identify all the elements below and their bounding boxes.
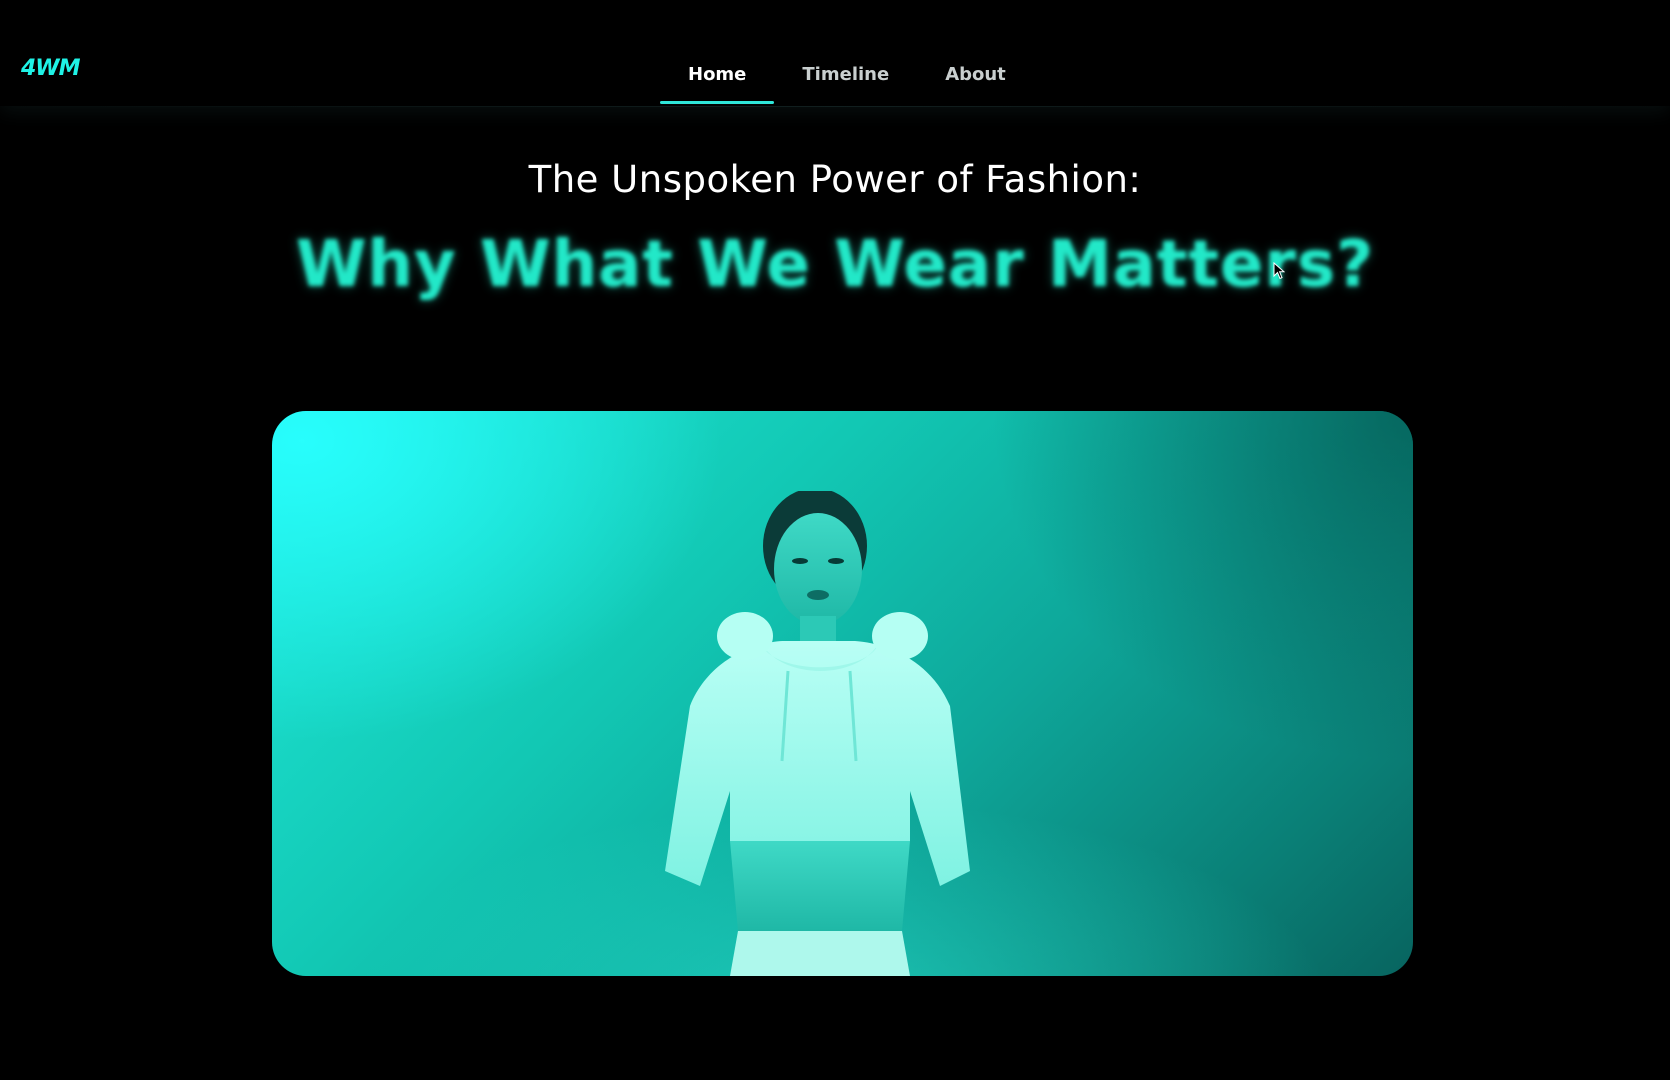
hero-subtitle: The Unspoken Power of Fashion: [528, 158, 1142, 201]
nav-item-timeline[interactable]: Timeline [774, 50, 917, 104]
logo[interactable]: 4WM [21, 56, 80, 82]
main-nav: Home Timeline About [660, 50, 1034, 104]
page: 4WM Home Timeline About The Unspoken Pow… [0, 0, 1670, 1080]
active-tab-underline [660, 101, 775, 104]
nav-item-label: Home [688, 64, 747, 85]
nav-item-home[interactable]: Home [660, 50, 775, 104]
nav-item-about[interactable]: About [917, 50, 1034, 104]
mouse-cursor-icon [1273, 262, 1285, 280]
hero-image [272, 411, 1413, 976]
nav-item-label: About [945, 64, 1006, 85]
hero-title: Why What We Wear Matters? [295, 228, 1375, 302]
site-header: 4WM Home Timeline About [0, 0, 1670, 107]
nav-item-label: Timeline [802, 64, 890, 85]
model-figure-image [665, 491, 970, 976]
